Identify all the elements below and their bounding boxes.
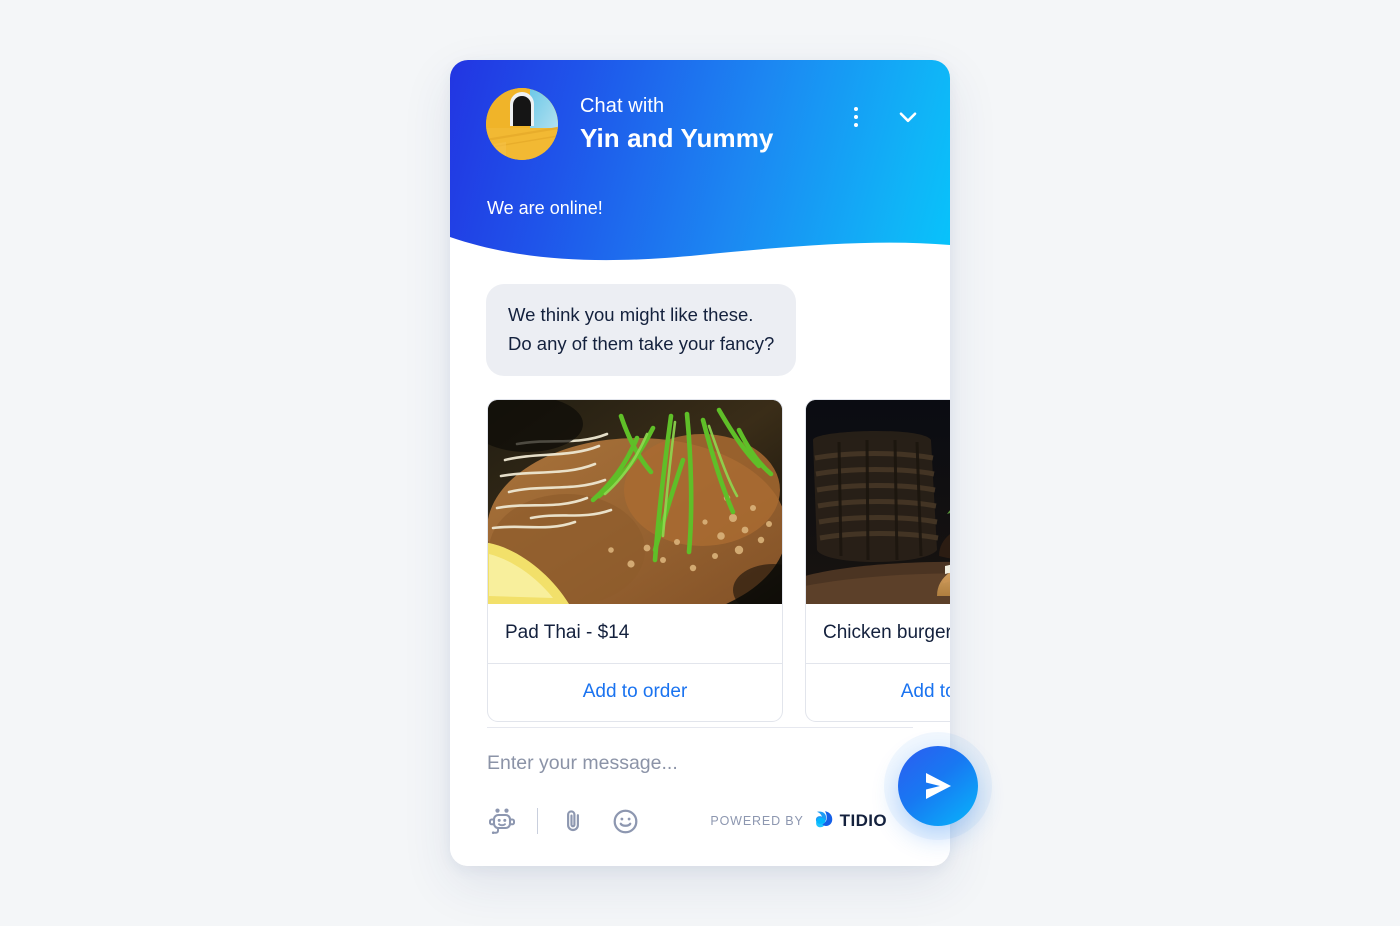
brand-lockup: TIDIO xyxy=(813,808,887,835)
paperclip-icon[interactable] xyxy=(558,806,588,836)
product-title: Chicken burger - $12 xyxy=(806,604,950,664)
product-title: Pad Thai - $14 xyxy=(488,604,782,664)
emoji-icon[interactable] xyxy=(610,806,640,836)
powered-by-label: POWERED BY xyxy=(710,814,804,828)
product-card[interactable]: Pad Thai - $14 Add to order xyxy=(487,399,783,722)
powered-by: POWERED BY TIDIO xyxy=(710,808,913,835)
chicken-burger-photo xyxy=(806,400,950,604)
status-text: We are online! xyxy=(487,198,603,218)
more-dots xyxy=(854,107,858,127)
toolbar-separator xyxy=(537,808,538,834)
composer-toolbar: POWERED BY TIDIO xyxy=(487,784,913,866)
chat-widget: Chat with Yin and Yummy We are online! W… xyxy=(450,60,950,866)
message-input[interactable] xyxy=(487,750,913,784)
header-actions xyxy=(840,101,924,133)
more-vertical-icon[interactable] xyxy=(840,101,872,133)
avatar xyxy=(486,88,558,160)
send-button[interactable] xyxy=(898,746,978,826)
message-line-1: We think you might like these. xyxy=(508,304,754,325)
message-row: We think you might like these. Do any of… xyxy=(450,284,950,376)
pad-thai-photo xyxy=(488,400,782,604)
chatbot-icon[interactable] xyxy=(487,806,517,836)
chat-with-label: Chat with xyxy=(580,95,665,117)
brand-name: TIDIO xyxy=(839,811,887,830)
chevron-down-icon[interactable] xyxy=(892,101,924,133)
product-card[interactable]: Chicken burger - $12 Add to order xyxy=(805,399,950,722)
conversation-body: We think you might like these. Do any of… xyxy=(450,270,950,866)
add-to-order-button[interactable]: Add to order xyxy=(806,664,950,721)
tidio-logo-icon xyxy=(813,808,835,835)
header-titles: Chat with Yin and Yummy xyxy=(580,93,840,155)
message-composer: POWERED BY TIDIO xyxy=(450,727,950,866)
send-icon xyxy=(920,769,956,803)
composer-divider xyxy=(487,727,913,728)
widget-header: Chat with Yin and Yummy We are online! xyxy=(450,60,950,270)
add-to-order-button[interactable]: Add to order xyxy=(488,664,782,721)
header-wave-divider xyxy=(450,237,950,270)
agent-name: Yin and Yummy xyxy=(580,123,774,153)
agent-message-bubble: We think you might like these. Do any of… xyxy=(486,284,797,376)
product-card-carousel[interactable]: Pad Thai - $14 Add to order Chicken burg… xyxy=(450,376,950,722)
message-line-2: Do any of them take your fancy? xyxy=(508,333,775,354)
page-background: Chat with Yin and Yummy We are online! W… xyxy=(0,0,1400,926)
header-top-row: Chat with Yin and Yummy xyxy=(450,60,950,160)
